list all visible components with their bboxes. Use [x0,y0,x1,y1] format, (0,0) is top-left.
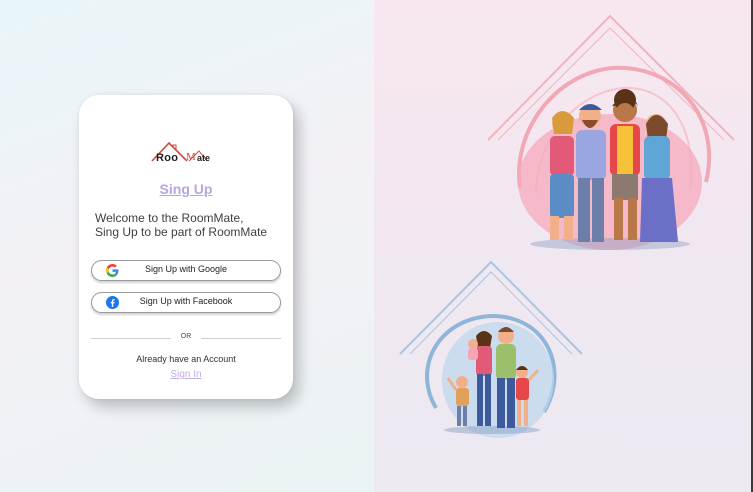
divider-right [201,338,281,339]
logo-text-roo: Roo [156,152,179,164]
welcome-text: Welcome to the RoomMate, Sing Up to be p… [95,211,285,239]
signup-facebook-button[interactable]: Sign Up with Facebook [91,292,281,313]
welcome-line-1: Welcome to the RoomMate, [95,211,244,225]
google-button-label: Sign Up with Google [144,264,228,274]
signup-card: Roo M ate Sing Up Welcome to the RoomMat… [79,95,293,399]
logo-text-ate: ate [197,153,211,163]
facebook-button-label: Sign Up with Facebook [139,296,233,306]
page-title: Sing Up [159,181,213,197]
signup-google-button[interactable]: Sign Up with Google [91,260,281,281]
logo-text-m: M [186,151,196,163]
friends-illustration [487,14,735,250]
already-account-text: Already have an Account [136,354,236,364]
divider-left [91,338,171,339]
family-illustration [399,260,583,438]
welcome-line-2: Sing Up to be part of RoomMate [95,225,268,239]
or-separator: OR [180,333,192,340]
roommate-logo: Roo M ate [149,139,219,167]
signin-link[interactable]: Sign In [79,369,293,380]
